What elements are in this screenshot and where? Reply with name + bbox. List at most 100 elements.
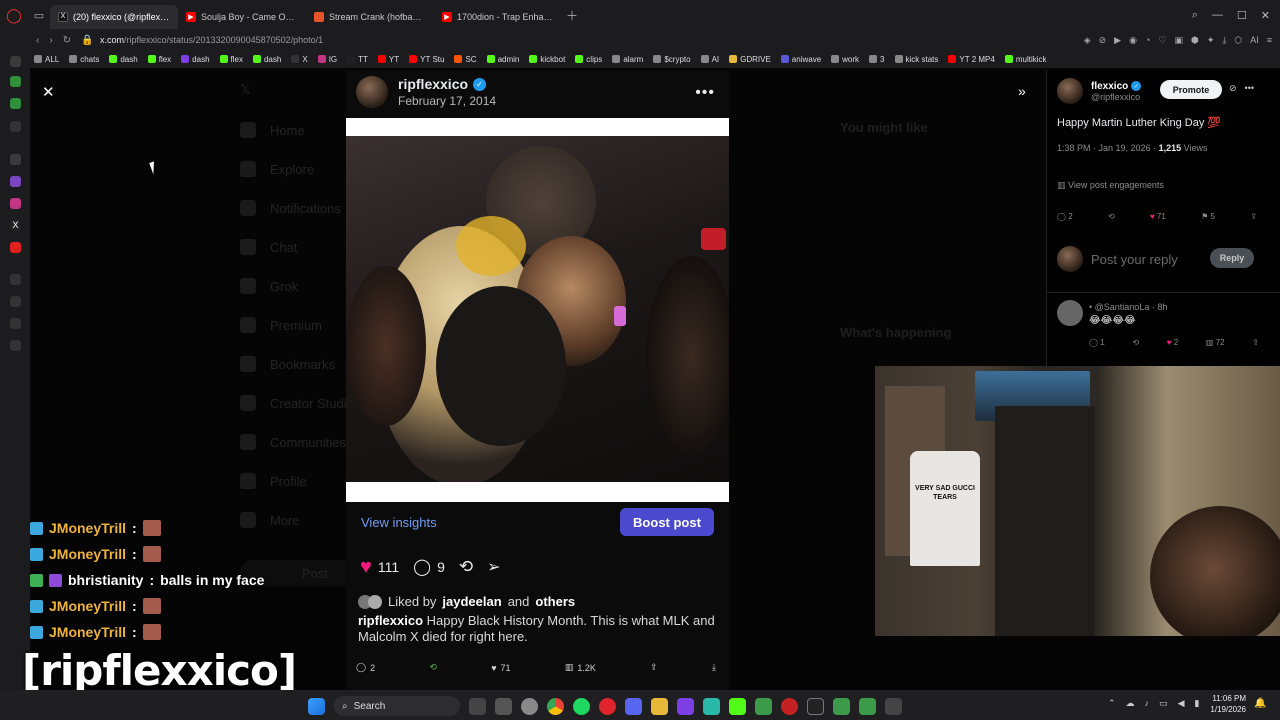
post-username[interactable]: ripflexxico (398, 76, 468, 92)
minimize-button[interactable]: — (1212, 9, 1223, 22)
bookmark-item[interactable]: ALL (34, 55, 59, 64)
views-button[interactable]: ▥ 1.2K (565, 662, 596, 673)
share-button[interactable]: ⇪ (1250, 212, 1257, 221)
app-icon[interactable] (755, 697, 772, 715)
bookmark-item[interactable]: chats (69, 55, 99, 64)
bookmark-item[interactable]: IG (317, 55, 337, 64)
boost-post-button[interactable]: Boost post (620, 508, 714, 536)
settings-icon[interactable] (10, 340, 21, 351)
sidebar-icon[interactable] (10, 98, 21, 109)
tab-x-post[interactable]: X (20) flexxico (@ripflexxico (50, 4, 178, 29)
side-post-handle[interactable]: @ripflexxico (1091, 92, 1141, 102)
bookmark-item[interactable]: aniwave (780, 55, 821, 64)
share-button[interactable]: ➢ (487, 557, 500, 577)
like-button[interactable]: ♥ 71 (1150, 212, 1166, 221)
notification-bell-icon[interactable]: 🔔 (1254, 698, 1266, 709)
reply-input[interactable]: Post your reply (1091, 252, 1178, 267)
close-photo-button[interactable]: ✕ (42, 83, 55, 101)
bookmark-item[interactable]: kick stats (894, 55, 938, 64)
bookmark-item[interactable]: GDRIVE (729, 55, 771, 64)
extensions-icon[interactable] (10, 318, 21, 329)
new-tab-button[interactable]: ＋ (566, 7, 578, 24)
close-window-button[interactable]: ✕ (1261, 9, 1270, 22)
instagram-icon[interactable] (10, 198, 21, 209)
grok-icon[interactable]: ⊘ (1229, 83, 1237, 94)
bookmark-item[interactable]: kickbot (529, 55, 565, 64)
caption-username[interactable]: ripflexxico (358, 613, 423, 628)
forward-icon[interactable]: › (49, 35, 52, 46)
app-icon[interactable] (859, 697, 876, 715)
maximize-button[interactable]: ☐ (1237, 9, 1247, 22)
x-icon[interactable]: X (10, 220, 21, 231)
collapse-panel-icon[interactable]: » (1018, 83, 1026, 99)
taskbar-search[interactable]: ⌕ Search (334, 696, 460, 716)
bookmark-item[interactable]: work (831, 55, 859, 64)
taskbar-clock[interactable]: 11:06 PM 1/19/2026 (1200, 693, 1246, 715)
app-icon[interactable] (833, 697, 850, 715)
sidebar-icon[interactable] (10, 76, 21, 87)
extension-icon[interactable]: ⊘ (1099, 35, 1107, 46)
tab-youtube-2[interactable]: ▶ 1700dion - Trap Enhanced (434, 5, 562, 29)
onedrive-icon[interactable]: ☁ (1126, 698, 1135, 709)
ai-icon[interactable]: AI (1250, 35, 1259, 46)
discord-icon[interactable] (625, 697, 642, 715)
view-insights-link[interactable]: View insights (361, 515, 437, 530)
clock-icon[interactable] (10, 296, 21, 307)
download-icon[interactable]: ⤓ (1222, 35, 1226, 46)
sidebar-icon[interactable] (10, 121, 21, 132)
workspaces-icon[interactable]: ▭ (28, 9, 50, 22)
opera-icon[interactable] (599, 697, 616, 715)
more-options-icon[interactable]: ••• (695, 84, 715, 102)
extension-icon[interactable]: ✦ (1207, 35, 1215, 46)
bookmark-item[interactable]: dash (109, 55, 138, 64)
extension-icon[interactable]: ▣ (1174, 35, 1183, 46)
opera-logo-icon[interactable]: ◯ (0, 0, 28, 30)
views-button[interactable]: ▥ 72 (1206, 338, 1225, 347)
liked-by-others[interactable]: others (535, 594, 575, 609)
reload-icon[interactable]: ↻ (63, 35, 71, 46)
view-engagements-link[interactable]: ▥ View post engagements (1057, 180, 1164, 191)
reply-button[interactable]: ◯ 1 (1089, 338, 1105, 347)
search-tabs-icon[interactable]: ⌕ (1192, 9, 1198, 22)
sidebar-icon[interactable] (10, 56, 21, 67)
more-options-icon[interactable]: ••• (1245, 83, 1254, 94)
bookmark-item[interactable]: SC (454, 55, 477, 64)
bookmark-item[interactable]: clips (575, 55, 602, 64)
bookmark-item[interactable]: 3 (869, 55, 885, 64)
post-photo[interactable] (346, 118, 729, 502)
volume-icon[interactable]: ◀ (1178, 698, 1185, 709)
capcut-icon[interactable] (807, 697, 824, 715)
menu-icon[interactable]: ≡ (1267, 35, 1272, 46)
extension-icon[interactable]: ◉ (1129, 35, 1137, 46)
bookmark-item[interactable]: AI (700, 55, 719, 64)
tab-stream-crank[interactable]: Stream Crank (hofbadge (306, 5, 434, 29)
bookmark-item[interactable]: X (291, 55, 308, 64)
bookmark-item[interactable]: YT (377, 55, 399, 64)
reply-button[interactable]: ◯ 9 (413, 557, 445, 577)
spotify-icon[interactable] (573, 697, 590, 715)
bookmark-item[interactable]: $crypto (653, 55, 691, 64)
reply-button[interactable]: ◯ 2 (1057, 212, 1073, 221)
reply-submit-button[interactable]: Reply (1210, 248, 1254, 268)
extension-icon[interactable]: ♡ (1158, 35, 1166, 46)
battery-icon[interactable]: ▮ (1194, 698, 1199, 709)
bookmark-item[interactable]: flex (147, 55, 171, 64)
app-icon[interactable] (495, 697, 512, 715)
bookmark-item[interactable]: alarm (612, 55, 643, 64)
youtube-icon[interactable] (10, 242, 21, 253)
tab-youtube-1[interactable]: ▶ Soulja Boy - Came Out Th (178, 5, 306, 29)
url-field[interactable]: x.com/ripflexxico/status/201332009004587… (100, 35, 323, 45)
windows-start-icon[interactable] (308, 697, 325, 715)
avatar[interactable] (1057, 300, 1083, 326)
repost-button[interactable]: ⟲ (429, 662, 437, 673)
twitch-icon[interactable] (10, 176, 21, 187)
extension-icon[interactable]: ⬡ (1234, 35, 1242, 46)
history-icon[interactable] (10, 274, 21, 285)
bookmark-item[interactable]: flex (219, 55, 243, 64)
app-icon[interactable] (703, 697, 720, 715)
reply-button[interactable]: ◯ 2 (356, 662, 375, 673)
app-icon[interactable] (677, 697, 694, 715)
repost-button[interactable]: ⟲ (1108, 212, 1115, 221)
app-icon[interactable] (521, 697, 538, 715)
file-explorer-icon[interactable] (651, 697, 668, 715)
